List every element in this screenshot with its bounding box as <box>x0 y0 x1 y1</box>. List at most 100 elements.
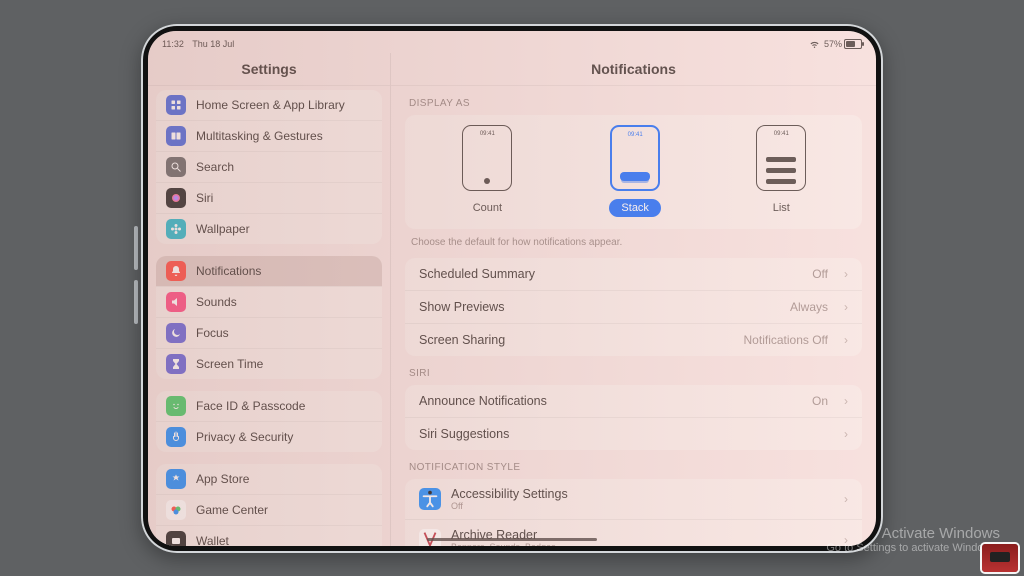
sidebar-item-label: Sounds <box>196 295 237 309</box>
volume-up-button[interactable] <box>134 226 138 270</box>
display-as-label: Count <box>461 199 514 217</box>
general-card: Scheduled Summary Off › Show Previews Always… <box>405 258 862 356</box>
display-as-option-stack[interactable]: 09:41 Stack <box>609 125 661 217</box>
sidebar-item-search[interactable]: Search <box>156 151 382 182</box>
sidebar-item-label: Screen Time <box>196 357 263 371</box>
row-label: Scheduled Summary <box>419 267 535 281</box>
chevron-right-icon: › <box>844 492 848 506</box>
screen: 11:32 Thu 18 Jul 57% Settings <box>148 31 876 546</box>
chevron-right-icon: › <box>844 533 848 546</box>
sidebar-item-wallet[interactable]: Wallet <box>156 525 382 546</box>
sidebar-item-label: Notifications <box>196 264 261 278</box>
home-indicator[interactable] <box>427 538 597 541</box>
sidebar-item-home-screen-app-library[interactable]: Home Screen & App Library <box>156 90 382 120</box>
sidebar-item-game-center[interactable]: Game Center <box>156 494 382 525</box>
search-icon <box>166 157 186 177</box>
multitask-icon <box>166 126 186 146</box>
store-icon <box>166 469 186 489</box>
wallet-icon <box>166 531 186 546</box>
sidebar-item-label: Focus <box>196 326 229 340</box>
sidebar-scroll[interactable]: Home Screen & App Library Multitasking & … <box>148 86 390 546</box>
battery-indicator: 57% <box>824 39 862 49</box>
row-scheduled-summary[interactable]: Scheduled Summary Off › <box>405 258 862 290</box>
chevron-right-icon: › <box>844 300 848 314</box>
sidebar-title: Settings <box>148 53 390 86</box>
sidebar-item-label: Search <box>196 160 234 174</box>
display-as-label: Stack <box>609 199 661 217</box>
access-icon <box>419 488 441 510</box>
row-label: Announce Notifications <box>419 394 547 408</box>
volume-down-button[interactable] <box>134 280 138 324</box>
row-label: Show Previews <box>419 300 504 314</box>
wifi-icon <box>809 38 820 51</box>
sidebar-item-label: Face ID & Passcode <box>196 399 305 413</box>
sidebar-item-notifications[interactable]: Notifications <box>156 256 382 286</box>
section-label-style: NOTIFICATION STYLE <box>409 462 858 473</box>
sidebar-item-siri[interactable]: Siri <box>156 182 382 213</box>
sidebar-item-face-id-passcode[interactable]: Face ID & Passcode <box>156 391 382 421</box>
detail-title: Notifications <box>391 53 876 86</box>
display-as-caption: Choose the default for how notifications… <box>411 237 856 248</box>
display-as-mock-count: 09:41 <box>462 125 512 191</box>
display-as-mock-stack: 09:41 <box>610 125 660 191</box>
status-bar: 11:32 Thu 18 Jul 57% <box>148 31 876 53</box>
app-row-archive-reader[interactable]: Archive ReaderBanners, Sounds, Badges› <box>405 519 862 546</box>
section-label-display-as: DISPLAY AS <box>409 98 858 109</box>
style-card: Accessibility SettingsOff›Archive Reader… <box>405 479 862 546</box>
app-row-accessibility-settings[interactable]: Accessibility SettingsOff› <box>405 479 862 519</box>
detail-scroll[interactable]: DISPLAY AS 09:41 Count 09:41 Stack 09:41 List… <box>391 86 876 546</box>
row-value: Notifications Off <box>744 333 828 347</box>
sidebar-item-label: App Store <box>196 472 249 486</box>
ipad-frame: 11:32 Thu 18 Jul 57% Settings <box>141 24 883 553</box>
row-announce-notifications[interactable]: Announce Notifications On › <box>405 385 862 417</box>
moon-icon <box>166 323 186 343</box>
sidebar-item-label: Game Center <box>196 503 268 517</box>
row-screen-sharing[interactable]: Screen Sharing Notifications Off › <box>405 323 862 356</box>
chevron-right-icon: › <box>844 267 848 281</box>
detail-pane: Notifications DISPLAY AS 09:41Count09:41… <box>391 53 876 546</box>
row-siri-suggestions[interactable]: Siri Suggestions › <box>405 417 862 450</box>
chevron-right-icon: › <box>844 427 848 441</box>
row-value: On <box>812 394 828 408</box>
gamecenter-icon <box>166 500 186 520</box>
bell-icon <box>166 261 186 281</box>
sidebar-item-app-store[interactable]: App Store <box>156 464 382 494</box>
status-time: 11:32 <box>162 39 184 49</box>
flower-icon <box>166 219 186 239</box>
sidebar-item-multitasking-gestures[interactable]: Multitasking & Gestures <box>156 120 382 151</box>
siri-icon <box>166 188 186 208</box>
sidebar-item-label: Home Screen & App Library <box>196 98 345 112</box>
sidebar-item-focus[interactable]: Focus <box>156 317 382 348</box>
chevron-right-icon: › <box>844 394 848 408</box>
sidebar-item-wallpaper[interactable]: Wallpaper <box>156 213 382 244</box>
speaker-icon <box>166 292 186 312</box>
settings-sidebar: Settings Home Screen & App Library Multit… <box>148 53 391 546</box>
app-row-sub: Banners, Sounds, Badges <box>451 542 556 546</box>
channel-logo <box>982 544 1018 572</box>
siri-card: Announce NotificationsOn›Siri Suggestion… <box>405 385 862 450</box>
section-label-siri: SIRI <box>409 368 858 379</box>
row-value: Always <box>790 300 828 314</box>
row-label: Siri Suggestions <box>419 427 509 441</box>
sidebar-item-label: Privacy & Security <box>196 430 293 444</box>
sidebar-item-screen-time[interactable]: Screen Time <box>156 348 382 379</box>
sidebar-item-label: Multitasking & Gestures <box>196 129 323 143</box>
row-show-previews[interactable]: Show Previews Always › <box>405 290 862 323</box>
display-as-mock-list: 09:41 <box>756 125 806 191</box>
sidebar-item-sounds[interactable]: Sounds <box>156 286 382 317</box>
sidebar-item-label: Wallet <box>196 534 229 546</box>
faceid-icon <box>166 396 186 416</box>
chevron-right-icon: › <box>844 333 848 347</box>
app-row-sub: Off <box>451 501 568 511</box>
status-date: Thu 18 Jul <box>192 39 234 49</box>
sidebar-item-label: Wallpaper <box>196 222 250 236</box>
hourglass-icon <box>166 354 186 374</box>
hand-icon <box>166 427 186 447</box>
display-as-option-count[interactable]: 09:41 Count <box>461 125 514 217</box>
row-label: Screen Sharing <box>419 333 505 347</box>
sidebar-item-privacy-security[interactable]: Privacy & Security <box>156 421 382 452</box>
row-value: Off <box>812 267 828 281</box>
display-as-label: List <box>761 199 802 217</box>
display-as-option-list[interactable]: 09:41 List <box>756 125 806 217</box>
display-as-picker: 09:41 Count 09:41 Stack 09:41 List <box>405 115 862 229</box>
